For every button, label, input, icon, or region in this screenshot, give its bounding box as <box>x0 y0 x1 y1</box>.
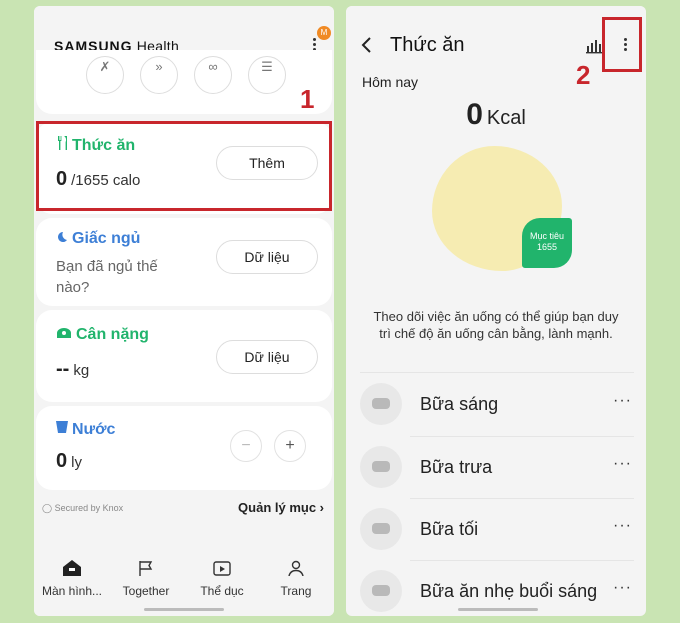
weight-data-button[interactable]: Dữ liệu <box>216 340 318 374</box>
moon-icon <box>56 230 68 248</box>
meal-row-breakfast[interactable]: Bữa sáng ··· <box>346 374 646 436</box>
info-description: Theo dõi việc ăn uống có thể giúp bạn du… <box>373 309 619 341</box>
sleep-data-button[interactable]: Dữ liệu <box>216 240 318 274</box>
meal-more-icon[interactable]: ··· <box>613 579 632 597</box>
meal-more-icon[interactable]: ··· <box>613 392 632 410</box>
quick-action-3-icon[interactable]: ∞ <box>194 56 232 94</box>
weight-card[interactable]: Cân nặng -- kg Dữ liệu <box>36 310 332 402</box>
callout-number-2: 2 <box>576 60 591 90</box>
manage-items-link[interactable]: Quản lý mục › <box>238 500 324 515</box>
home-indicator <box>458 608 538 611</box>
page-title: Thức ăn <box>390 34 465 56</box>
snack-icon <box>360 570 402 612</box>
callout-number-1: 1 <box>300 84 315 114</box>
bar-chart-icon[interactable] <box>586 38 602 54</box>
home-icon <box>36 560 108 582</box>
meal-more-icon[interactable]: ··· <box>613 517 632 535</box>
quick-action-2-icon[interactable]: » <box>140 56 178 94</box>
calorie-total: 0 Kcal <box>466 98 526 131</box>
nav-together[interactable]: Together <box>110 560 182 598</box>
cup-icon <box>56 420 68 439</box>
weight-value: -- kg <box>56 358 90 380</box>
notification-badge: M <box>317 26 331 40</box>
callout-box-more-options <box>602 17 642 72</box>
breakfast-icon <box>360 383 402 425</box>
water-unit: ly <box>71 454 82 471</box>
water-decrease-button[interactable]: − <box>230 430 262 462</box>
scale-icon <box>56 326 72 344</box>
calorie-unit: Kcal <box>486 107 526 129</box>
dinner-icon <box>360 508 402 550</box>
callout-box-food-card <box>36 121 332 211</box>
back-arrow-icon[interactable] <box>360 36 372 60</box>
sleep-title: Giấc ngủ <box>56 230 140 248</box>
food-header: Thức ăn <box>346 6 646 76</box>
weight-unit: kg <box>73 362 90 379</box>
meal-row-lunch[interactable]: Bữa trưa ··· <box>346 437 646 499</box>
quick-actions-card: ✗ » ∞ ☰ <box>36 50 332 114</box>
nav-home[interactable]: Màn hình... <box>36 560 108 598</box>
today-label: Hôm nay <box>362 74 419 90</box>
person-icon <box>260 560 332 582</box>
divider <box>360 372 634 373</box>
bottom-navigation: Màn hình... Together Thể dục Trang <box>34 554 334 616</box>
nav-fitness[interactable]: Thể dục <box>186 560 258 598</box>
shield-icon: ◯ <box>42 503 53 513</box>
water-card[interactable]: Nước 0 ly − + <box>36 406 332 490</box>
fitness-icon <box>186 560 258 582</box>
sleep-card[interactable]: Giấc ngủ Bạn đã ngủ thế nào? Dữ liệu <box>36 218 332 306</box>
meal-more-icon[interactable]: ··· <box>613 455 632 473</box>
samsung-health-home-screen: SAMSUNG Health M ✗ » ∞ ☰ Thức ăn 0/1655 … <box>34 6 334 616</box>
goal-badge: Mục tiêu 1655 <box>522 218 572 268</box>
meal-row-dinner[interactable]: Bữa tối ··· <box>346 499 646 561</box>
quick-action-1-icon[interactable]: ✗ <box>86 56 124 94</box>
secured-by-knox-text: ◯ Secured by Knox <box>42 503 124 513</box>
water-increase-button[interactable]: + <box>274 430 306 462</box>
food-detail-screen: Thức ăn Hôm nay 0 Kcal Mục tiêu 1655 Theo… <box>346 6 646 616</box>
lunch-icon <box>360 446 402 488</box>
weight-title: Cân nặng <box>56 326 149 344</box>
flag-icon <box>110 560 182 582</box>
quick-action-4-icon[interactable]: ☰ <box>248 56 286 94</box>
water-title: Nước <box>56 420 115 439</box>
water-value: 0 ly <box>56 450 82 472</box>
nav-profile[interactable]: Trang <box>260 560 332 598</box>
home-indicator <box>144 608 224 611</box>
sleep-prompt-text: Bạn đã ngủ thế nào? <box>56 258 158 296</box>
